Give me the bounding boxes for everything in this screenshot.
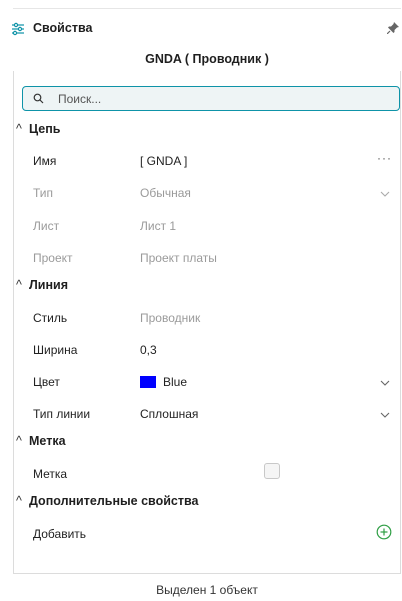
type-label: Тип — [33, 186, 54, 200]
chevron-down-icon — [380, 191, 390, 197]
section-title: Дополнительные свойства — [29, 494, 199, 508]
search-placeholder: Поиск... — [58, 92, 102, 106]
chevron-down-icon[interactable] — [380, 379, 390, 387]
style-value: Проводник — [140, 311, 201, 325]
object-title: GNDA ( Проводник ) — [145, 52, 269, 66]
project-value: Проект платы — [140, 251, 217, 265]
color-swatch — [140, 376, 156, 388]
color-label: Цвет — [33, 375, 60, 389]
chevron-up-icon: ^ — [16, 122, 22, 136]
sheet-label: Лист — [33, 219, 60, 233]
name-label: Имя — [33, 154, 57, 168]
line-type-value[interactable]: Сплошная — [140, 407, 198, 421]
section-line[interactable]: ^ Линия — [16, 278, 68, 292]
color-value-text: Blue — [163, 375, 188, 389]
sliders-icon — [12, 22, 24, 36]
project-label: Проект — [33, 251, 73, 265]
style-label: Стиль — [33, 311, 68, 325]
add-circle-icon[interactable] — [376, 524, 392, 540]
panel-title: Свойства — [33, 21, 93, 35]
mark-label: Метка — [33, 467, 68, 481]
search-icon — [33, 93, 44, 104]
chevron-up-icon: ^ — [16, 494, 22, 508]
width-label: Ширина — [33, 343, 78, 357]
search-input[interactable]: Поиск... — [22, 86, 400, 111]
add-label: Добавить — [33, 527, 87, 541]
more-icon[interactable]: ··· — [377, 151, 392, 165]
name-value[interactable]: [ GNDA ] — [140, 154, 187, 168]
status-footer: Выделен 1 объект — [156, 583, 258, 597]
line-type-label: Тип линии — [33, 407, 91, 421]
section-mark[interactable]: ^ Метка — [16, 434, 66, 448]
chevron-up-icon: ^ — [16, 278, 22, 292]
section-title: Линия — [29, 278, 68, 292]
type-value: Обычная — [140, 186, 191, 200]
panel-header: Свойства — [12, 8, 401, 46]
section-chain[interactable]: ^ Цепь — [16, 122, 60, 136]
mark-checkbox[interactable] — [264, 463, 280, 479]
pin-icon[interactable] — [387, 22, 399, 34]
section-title: Метка — [29, 434, 66, 448]
sheet-value: Лист 1 — [140, 219, 177, 233]
section-extra[interactable]: ^ Дополнительные свойства — [16, 494, 198, 508]
chevron-down-icon[interactable] — [380, 411, 390, 419]
color-value[interactable]: Blue — [140, 375, 187, 389]
chevron-up-icon: ^ — [16, 434, 22, 448]
section-title: Цепь — [29, 122, 61, 136]
width-value[interactable]: 0,3 — [140, 343, 157, 357]
